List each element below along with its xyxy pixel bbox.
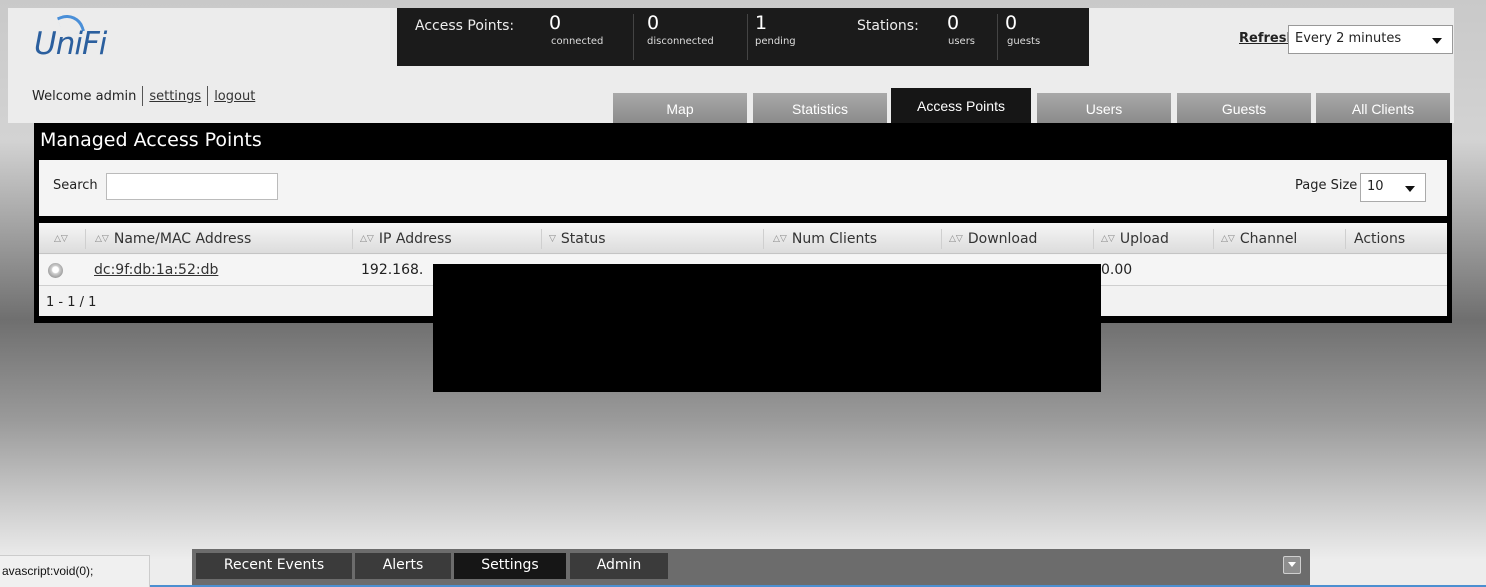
tab-admin[interactable]: Admin <box>570 553 668 579</box>
tab-recent-events[interactable]: Recent Events <box>196 553 352 579</box>
sort-icon: △▽ <box>1101 234 1115 244</box>
refresh-interval-select[interactable]: Every 2 minutes <box>1288 25 1453 54</box>
divider <box>747 14 748 60</box>
browser-status-url: avascript:void(0); <box>0 555 150 587</box>
stat-value: 0 <box>1005 12 1018 34</box>
stat-caption: users <box>948 36 976 47</box>
divider <box>142 86 144 106</box>
stat-caption: connected <box>551 36 604 47</box>
settings-link[interactable]: settings <box>149 89 201 104</box>
stat-value: 0 <box>947 12 960 34</box>
divider <box>85 229 86 249</box>
sort-icon: △▽ <box>1221 234 1235 244</box>
stat-value: 1 <box>755 12 768 34</box>
sort-icon: △▽ <box>773 234 787 244</box>
stat-caption: guests <box>1007 36 1041 47</box>
tab-alerts[interactable]: Alerts <box>355 553 451 579</box>
tab-access-points[interactable]: Access Points <box>891 88 1031 124</box>
unifi-controller-window: UniFi Welcome admin settings logout Acce… <box>0 0 1486 587</box>
page-size-value: 10 <box>1367 179 1384 194</box>
stats-bar: Access Points: 0 connected 0 disconnecte… <box>397 8 1089 66</box>
search-label: Search <box>53 178 98 193</box>
chevron-down-icon <box>1432 38 1442 44</box>
sort-icon: △▽ <box>95 234 109 244</box>
divider <box>633 14 634 60</box>
divider <box>541 229 542 249</box>
ap-mac-cell: dc:9f:db:1a:52:db <box>94 262 218 278</box>
tab-users[interactable]: Users <box>1037 93 1171 123</box>
app-logo: UniFi <box>34 26 107 62</box>
table-header: △▽ △▽ Name/MAC Address △▽ IP Address ▽ Stat… <box>39 223 1447 254</box>
divider <box>997 14 998 60</box>
welcome-bar: Welcome admin settings logout <box>32 86 255 106</box>
column-num-clients[interactable]: △▽ Num Clients <box>773 231 877 247</box>
tab-statistics[interactable]: Statistics <box>753 93 887 123</box>
ap-ip-cell: 192.168. <box>361 262 424 278</box>
access-point-icon <box>48 263 63 278</box>
ap-upload-cell: 0.00 <box>1101 262 1133 278</box>
divider <box>763 229 764 249</box>
column-channel[interactable]: △▽ Channel <box>1221 231 1297 247</box>
tab-settings-bottom[interactable]: Settings <box>454 553 566 579</box>
welcome-text: Welcome admin <box>32 88 137 104</box>
chevron-down-icon <box>1405 186 1415 192</box>
sort-icon: △▽ <box>949 234 963 244</box>
pagination-info: 1 - 1 / 1 <box>46 295 97 310</box>
tab-guests[interactable]: Guests <box>1177 93 1311 123</box>
refresh-interval-value: Every 2 minutes <box>1295 31 1402 46</box>
divider <box>941 229 942 249</box>
stat-value: 0 <box>549 12 562 34</box>
stat-pending[interactable]: 1 pending <box>755 12 796 47</box>
ap-mac-link[interactable]: dc:9f:db:1a:52:db <box>94 262 218 278</box>
column-name-mac[interactable]: △▽ Name/MAC Address <box>95 231 251 247</box>
divider <box>207 86 209 106</box>
panel-title: Managed Access Points <box>40 129 262 151</box>
sort-icon: △▽ <box>360 234 374 244</box>
sort-icon: ▽ <box>549 234 556 244</box>
stat-disconnected[interactable]: 0 disconnected <box>647 12 714 47</box>
sort-icon[interactable]: △▽ <box>54 231 73 247</box>
column-download[interactable]: △▽ Download <box>949 231 1037 247</box>
stat-caption: disconnected <box>647 36 714 47</box>
search-input[interactable] <box>106 173 278 200</box>
divider <box>1213 229 1214 249</box>
column-upload[interactable]: △▽ Upload <box>1101 231 1169 247</box>
collapse-panel-icon[interactable] <box>1283 556 1301 574</box>
divider <box>352 229 353 249</box>
stations-label: Stations: <box>857 18 919 34</box>
column-status[interactable]: ▽ Status <box>549 231 606 247</box>
stat-connected[interactable]: 0 connected <box>549 12 603 47</box>
stat-value: 0 <box>647 12 660 34</box>
stat-caption: pending <box>755 36 796 47</box>
redaction-block <box>433 264 1101 392</box>
tab-map[interactable]: Map <box>613 93 747 123</box>
stat-guests[interactable]: 0 guests <box>1005 12 1040 47</box>
page-size-label: Page Size <box>1295 178 1358 193</box>
stat-users[interactable]: 0 users <box>947 12 975 47</box>
column-ip-address[interactable]: △▽ IP Address <box>360 231 452 247</box>
bottom-panel-bar: Recent Events Alerts Settings Admin <box>192 549 1310 587</box>
access-points-label: Access Points: <box>415 18 515 34</box>
tab-all-clients[interactable]: All Clients <box>1316 93 1450 123</box>
column-actions: Actions <box>1354 231 1406 247</box>
divider <box>1345 229 1346 249</box>
page-size-select[interactable]: 10 <box>1360 173 1426 202</box>
logout-link[interactable]: logout <box>214 89 255 104</box>
search-toolbar: Search Page Size 10 <box>39 160 1447 216</box>
divider <box>1093 229 1094 249</box>
